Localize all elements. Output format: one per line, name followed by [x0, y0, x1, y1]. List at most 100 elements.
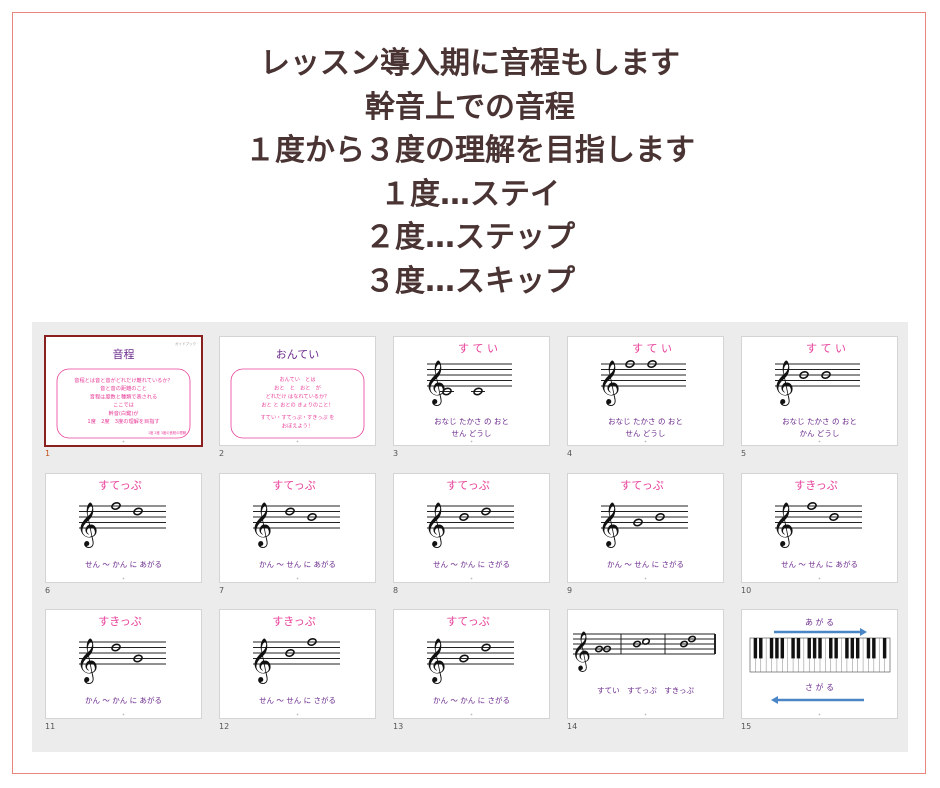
slide-text-line: 幹音(白鍵)が	[109, 409, 140, 417]
slide-svg: すてっぷ𝄞 せん ～ かん に さがる	[424, 479, 514, 580]
slide-svg: 𝄞 すてい すてっぷ すきっぷ	[571, 631, 716, 716]
black-key	[818, 638, 822, 659]
slide-number: 7	[219, 586, 225, 595]
slide-title: おんてい	[276, 348, 319, 361]
black-key	[829, 638, 833, 659]
slide-svg: す て い 𝄞 おなじ たかさ の おとかん どうし	[772, 342, 860, 443]
slide-corner-label: ガイドブック	[175, 341, 196, 346]
slide-number: 11	[45, 722, 56, 731]
slide-title: 音程	[113, 347, 135, 361]
slide-svg: あ が るさ が る	[749, 617, 891, 716]
slide-title: すてっぷ	[446, 479, 489, 492]
slide-caption: すてい すてっぷ すきっぷ	[597, 686, 694, 695]
black-key	[850, 638, 855, 659]
slide-text-line: ここでは	[113, 402, 134, 409]
slide-dot	[644, 440, 647, 443]
keyboard-down-label: さ が る	[805, 682, 834, 692]
slide-svg: すきっぷ𝄞 せん ～ せん に あがる	[772, 479, 862, 580]
black-key	[834, 638, 838, 659]
slide-footnote: 1度 2度 3度の音程の理解	[148, 430, 187, 435]
slide-number: 12	[219, 722, 230, 731]
slide-svg: すてっぷ𝄞 かん ～ せん に あがる	[250, 479, 340, 580]
slide-caption: せん ～ せん に あがる	[781, 559, 858, 569]
slide-number: 14	[567, 722, 578, 731]
treble-clef-icon: 𝄞	[76, 638, 98, 684]
black-key	[780, 638, 785, 659]
black-key	[812, 638, 817, 659]
black-key	[807, 638, 811, 659]
black-key	[769, 638, 774, 659]
slide-canvas: すてっぷ 𝄞 せん ～ かん に さがる	[393, 473, 550, 583]
treble-clef-icon: 𝄞	[598, 502, 620, 548]
treble-clef-icon: 𝄞	[424, 502, 446, 548]
slide-canvas: すてっぷ 𝄞 せん ～ かん に あがる	[45, 473, 202, 583]
slide-title: すてっぷ	[272, 479, 315, 492]
slide-number: 1	[45, 449, 51, 458]
slide-number: 10	[741, 586, 752, 595]
slide-number: 3	[393, 449, 399, 458]
slide-title: すきっぷ	[272, 615, 316, 628]
treble-clef-icon: 𝄞	[76, 502, 98, 548]
slide-svg: おんていおんてい とはおと と おと がどれだけ はなれているか？ おと と おと…	[230, 348, 365, 443]
slide-caption: せん ～ かん に さがる	[433, 559, 510, 569]
slide-canvas: あ が るさ が る	[741, 609, 898, 719]
slide-svg: すてっぷ𝄞 せん ～ かん に あがる	[76, 479, 166, 580]
slide-dot	[296, 440, 299, 443]
slide-text-line: おと と おと が	[274, 384, 322, 392]
slide-caption: かん ～ せん に さがる	[607, 559, 684, 569]
slide-dot	[818, 440, 821, 443]
slide-canvas: す て い 𝄞 おなじ たかさ の おと かん どうし	[741, 336, 898, 446]
slide-canvas: すてっぷ 𝄞 かん ～ かん に さがる	[393, 609, 550, 719]
black-key	[775, 638, 779, 659]
slide-svg: す て い 𝄞 おなじ たかさ の おとせん どうし	[598, 342, 686, 443]
black-key	[872, 638, 876, 659]
slide-title: すてっぷ	[98, 479, 141, 492]
slide-number: 2	[219, 449, 225, 458]
treble-clef-icon: 𝄞	[424, 360, 446, 406]
slide-svg: すてっぷ𝄞 かん ～ かん に さがる	[424, 615, 514, 716]
slide-dot	[296, 713, 299, 716]
treble-clef-icon: 𝄞	[598, 360, 620, 406]
slide-caption: かん ～ かん に あがる	[85, 695, 162, 705]
slide-canvas: すてっぷ 𝄞 かん ～ せん に さがる	[567, 473, 724, 583]
treble-clef-icon: 𝄞	[772, 502, 794, 548]
headline-line: １度から３度の理解を目指します	[245, 133, 695, 168]
slide-text-line: 音程は度数と種類で表される	[90, 392, 157, 400]
black-key	[753, 638, 758, 659]
slide-canvas: すきっぷ 𝄞 せん ～ せん に さがる	[219, 609, 376, 719]
slide-dot	[122, 440, 125, 443]
slide-canvas: すてっぷ 𝄞 かん ～ せん に あがる	[219, 473, 376, 583]
slide-caption: せん どうし	[452, 429, 492, 438]
treble-clef-icon: 𝄞	[772, 360, 794, 406]
slide-text-line: おぼえよう！	[282, 423, 313, 430]
slide-dot	[818, 577, 821, 580]
black-key	[855, 638, 860, 659]
slide-canvas: 音程 ガイドブック 音程とは音と音がどれだけ離れているか？ 音と音の距離のこと 音程は度…	[44, 335, 203, 447]
slide-dot	[818, 713, 821, 716]
slide-caption: せん ～ せん に さがる	[259, 695, 336, 705]
black-key	[882, 638, 887, 659]
headline-line: ３度…スキップ	[365, 263, 575, 299]
slide-dot	[470, 440, 473, 443]
slide-title: すてっぷ	[446, 615, 489, 628]
slide-svg: すきっぷ𝄞 せん ～ せん に さがる	[250, 615, 340, 716]
slide-sorter-panel: 音程 ガイドブック 音程とは音と音がどれだけ離れているか？ 音と音の距離のこと 音程は度…	[32, 322, 908, 752]
slide-title: す て い	[458, 342, 498, 355]
headline-line: 幹音上での音程	[365, 89, 575, 125]
arrow-left-head	[771, 696, 778, 704]
slide-number: 9	[567, 586, 573, 595]
treble-clef-icon: 𝄞	[250, 502, 272, 548]
slide-title: す て い	[632, 342, 672, 355]
slide-text-line: すてい・すてっぷ・すきっぷ を	[261, 414, 335, 421]
treble-clef-icon: 𝄞	[424, 638, 446, 684]
slide-caption: おなじ たかさ の おと	[608, 417, 683, 426]
slide-number: 4	[567, 449, 573, 458]
arrow-right-head	[860, 628, 867, 636]
slide-canvas: す て い 𝄞 おなじ たかさ の おと せん どうし	[393, 336, 550, 446]
slide-canvas: 𝄞 すてい すてっぷ すきっぷ	[567, 609, 724, 719]
headline: レッスン導入期に音程もします 幹音上での音程 １度から３度の理解を目指します １…	[0, 42, 940, 303]
slide-dot	[644, 577, 647, 580]
slide-number: 13	[393, 722, 404, 731]
treble-clef-icon: 𝄞	[571, 631, 591, 672]
slide-caption: かん ～ せん に あがる	[259, 559, 336, 569]
